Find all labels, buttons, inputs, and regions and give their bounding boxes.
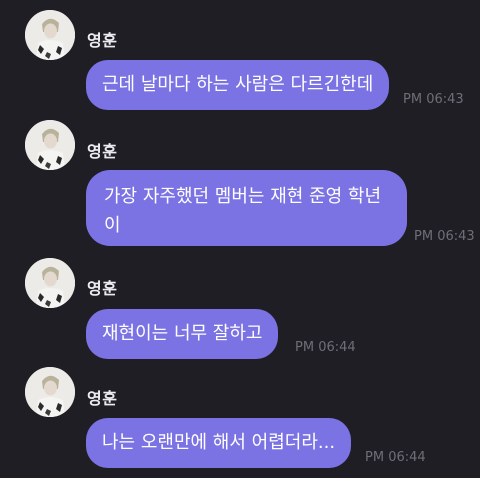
profile-photo — [25, 120, 75, 170]
profile-photo — [25, 367, 75, 417]
message-timestamp: PM 06:43 — [403, 92, 464, 107]
profile-photo — [25, 10, 75, 60]
sender-name: 영훈 — [87, 31, 118, 50]
sender-name: 영훈 — [87, 389, 118, 408]
message-bubble[interactable]: 가장 자주했던 멤버는 재현 준영 학년이 — [86, 170, 407, 246]
sender-name: 영훈 — [87, 142, 118, 161]
message-timestamp: PM 06:43 — [414, 229, 475, 244]
avatar[interactable] — [25, 10, 75, 60]
sender-name: 영훈 — [87, 279, 118, 298]
message-bubble[interactable]: 근데 날마다 하는 사람은 다르긴한데 — [86, 60, 390, 110]
avatar[interactable] — [25, 258, 75, 308]
avatar[interactable] — [25, 120, 75, 170]
message-bubble[interactable]: 재현이는 너무 잘하고 — [86, 309, 279, 359]
message-bubble[interactable]: 나는 오랜만에 해서 어렵더라... — [86, 418, 352, 468]
avatar[interactable] — [25, 367, 75, 417]
chat-view: 영훈 근데 날마다 하는 사람은 다르긴한데 PM 06:43 영훈 가장 자주… — [0, 0, 480, 478]
profile-photo — [25, 258, 75, 308]
message-timestamp: PM 06:44 — [365, 450, 426, 465]
message-timestamp: PM 06:44 — [295, 340, 356, 355]
